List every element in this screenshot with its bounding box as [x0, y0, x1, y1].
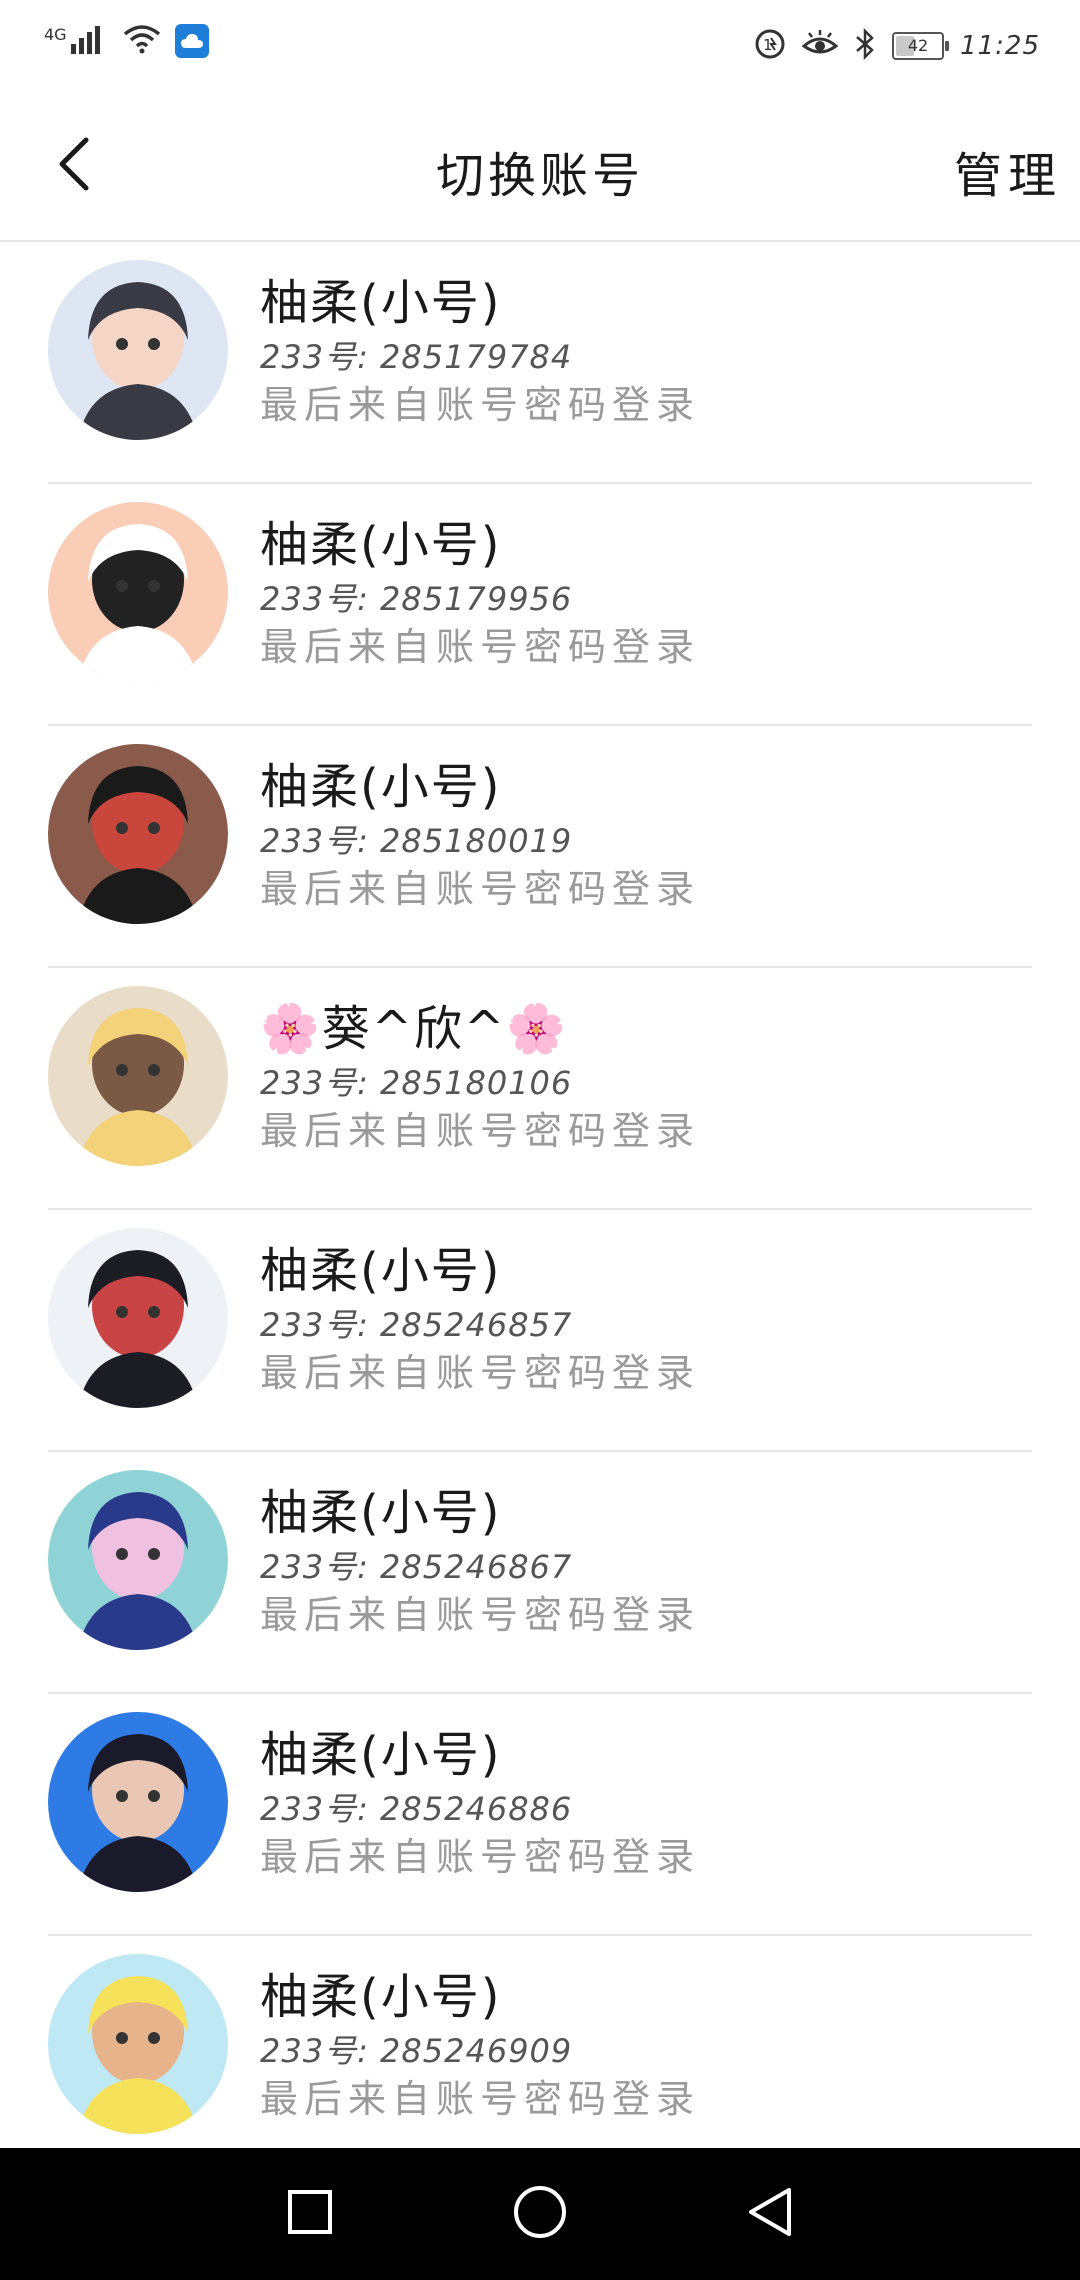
account-item[interactable]: 柚柔(小号) 233号: 285179784 最后来自账号密码登录 — [0, 242, 1080, 484]
home-button[interactable] — [510, 2184, 570, 2244]
account-item[interactable]: 柚柔(小号) 233号: 285246857 最后来自账号密码登录 — [0, 1210, 1080, 1452]
account-text: 柚柔(小号) 233号: 285179784 最后来自账号密码登录 — [260, 272, 1020, 430]
account-name: 柚柔(小号) — [260, 1243, 502, 1299]
data-saver-icon: 1 — [754, 28, 786, 64]
avatar — [48, 1954, 228, 2134]
account-id: 233号: 285179784 — [260, 338, 573, 376]
status-bar: 4G 1 42 11:25 — [0, 0, 1080, 92]
account-id: 233号: 285246886 — [260, 1790, 573, 1828]
system-nav-bar — [0, 2148, 1080, 2280]
home-icon — [512, 2184, 568, 2244]
account-name: 柚柔(小号) — [260, 1727, 502, 1783]
account-name: 柚柔(小号) — [260, 759, 502, 815]
account-switch-screen: 4G 1 42 11:25 切换账号 管理 柚柔(小号) 233号: 28517… — [0, 0, 1080, 2280]
manage-button[interactable]: 管理 — [954, 136, 1062, 206]
account-text: 柚柔(小号) 233号: 285246909 最后来自账号密码登录 — [260, 1966, 1020, 2124]
account-id: 233号: 285180106 — [260, 1064, 573, 1102]
battery-icon: 42 — [892, 32, 950, 60]
account-text: 柚柔(小号) 233号: 285180019 最后来自账号密码登录 — [260, 756, 1020, 914]
avatar — [48, 502, 228, 682]
avatar — [48, 1470, 228, 1650]
account-item[interactable]: 柚柔(小号) 233号: 285246909 最后来自账号密码登录 — [0, 1936, 1080, 2148]
avatar — [48, 986, 228, 1166]
recent-apps-button[interactable] — [280, 2184, 340, 2244]
account-id: 233号: 285179956 — [260, 580, 573, 618]
account-login-method: 最后来自账号密码登录 — [260, 867, 701, 911]
account-name: 柚柔(小号) — [260, 1485, 502, 1541]
account-list: 柚柔(小号) 233号: 285179784 最后来自账号密码登录 柚柔(小号) 233… — [0, 242, 1080, 2148]
account-id: 233号: 285180019 — [260, 822, 573, 860]
account-name: 🌸葵^欣^🌸 — [260, 1001, 568, 1057]
account-item[interactable]: 柚柔(小号) 233号: 285179956 最后来自账号密码登录 — [0, 484, 1080, 726]
recent-apps-icon — [286, 2188, 334, 2240]
account-id: 233号: 285246857 — [260, 1306, 573, 1344]
account-login-method: 最后来自账号密码登录 — [260, 1593, 701, 1637]
account-name: 柚柔(小号) — [260, 275, 502, 331]
account-id: 233号: 285246867 — [260, 1548, 573, 1586]
account-name: 柚柔(小号) — [260, 517, 502, 573]
account-text: 柚柔(小号) 233号: 285246857 最后来自账号密码登录 — [260, 1240, 1020, 1398]
top-app-bar: 切换账号 管理 — [0, 92, 1080, 242]
avatar — [48, 1228, 228, 1408]
avatar — [48, 1712, 228, 1892]
status-clock: 11:25 — [960, 31, 1040, 61]
account-item[interactable]: 🌸葵^欣^🌸 233号: 285180106 最后来自账号密码登录 — [0, 968, 1080, 1210]
account-name: 柚柔(小号) — [260, 1969, 502, 2025]
account-login-method: 最后来自账号密码登录 — [260, 1109, 701, 1153]
nav-back-button[interactable] — [740, 2184, 800, 2244]
account-item[interactable]: 柚柔(小号) 233号: 285246886 最后来自账号密码登录 — [0, 1694, 1080, 1936]
bluetooth-icon — [854, 27, 876, 64]
avatar — [48, 744, 228, 924]
account-login-method: 最后来自账号密码登录 — [260, 625, 701, 669]
account-login-method: 最后来自账号密码登录 — [260, 1351, 701, 1395]
cloud-app-icon — [174, 24, 209, 58]
account-item[interactable]: 柚柔(小号) 233号: 285246867 最后来自账号密码登录 — [0, 1452, 1080, 1694]
account-text: 🌸葵^欣^🌸 233号: 285180106 最后来自账号密码登录 — [260, 998, 1020, 1156]
status-left: 4G — [44, 24, 209, 58]
page-title: 切换账号 — [435, 148, 644, 204]
eye-comfort-icon — [801, 30, 839, 62]
account-login-method: 最后来自账号密码登录 — [260, 2077, 701, 2121]
account-login-method: 最后来自账号密码登录 — [260, 383, 701, 427]
account-text: 柚柔(小号) 233号: 285246867 最后来自账号密码登录 — [260, 1482, 1020, 1640]
battery-level: 42 — [907, 36, 929, 55]
signal-icon — [70, 24, 109, 58]
account-id: 233号: 285246909 — [260, 2032, 573, 2070]
back-triangle-icon — [745, 2186, 795, 2242]
account-text: 柚柔(小号) 233号: 285246886 最后来自账号密码登录 — [260, 1724, 1020, 1882]
network-type-label: 4G — [44, 24, 67, 44]
avatar — [48, 260, 228, 440]
account-item[interactable]: 柚柔(小号) 233号: 285180019 最后来自账号密码登录 — [0, 726, 1080, 968]
account-login-method: 最后来自账号密码登录 — [260, 1835, 701, 1879]
account-text: 柚柔(小号) 233号: 285179956 最后来自账号密码登录 — [260, 514, 1020, 672]
wifi-icon — [123, 24, 161, 58]
status-right: 1 42 11:25 — [754, 27, 1040, 64]
